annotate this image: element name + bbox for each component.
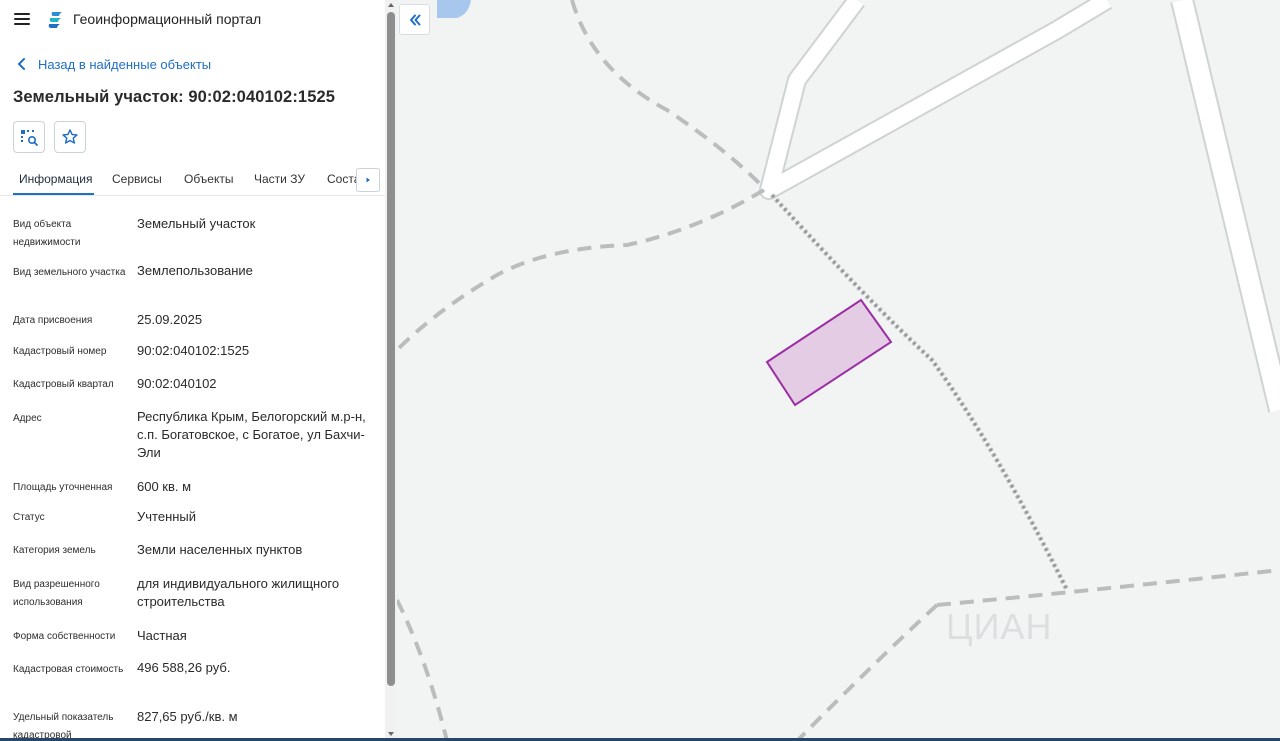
zoom-to-object-button[interactable] [13,121,45,153]
active-tab-indicator [13,193,94,195]
tab-bar: Информация Сервисы Объекты Части ЗУ Сост… [0,164,385,196]
attr-label: Кадастровый квартал [13,379,114,390]
attr-value: Земли населенных пунктов [137,542,303,557]
attr-label: Вид земельного участка [13,267,126,278]
attr-label: Адрес [13,413,42,424]
path-top-left [570,0,766,190]
caret-right-icon [366,177,370,183]
portal-logo-icon [48,12,62,28]
attr-label: Кадастровый номер [13,346,107,357]
attr-label: Дата присвоения [13,315,93,326]
star-outline-icon [62,129,78,144]
attr-label: Форма собственности [13,631,116,642]
info-panel: Геоинформационный портал Назад в найденн… [0,0,397,741]
road-main-right-fill [1172,0,1280,413]
attr-value: Землепользование [137,263,253,278]
path-south-dotted-dark [771,194,1068,591]
panel-scrollbar[interactable] [385,0,397,741]
app-root: Геоинформационный портал Назад в найденн… [0,0,1280,741]
attr-value: Частная [137,628,187,643]
path-southeast [795,603,939,741]
attr-label: Вид объекта недвижимости [13,219,81,248]
attr-value: 90:02:040102 [137,376,217,391]
hamburger-menu-icon[interactable] [14,13,30,25]
attr-label: Категория земель [13,545,96,556]
path-west [397,188,766,352]
road-fork-fill [761,0,1112,198]
attr-value: 25.09.2025 [137,312,203,327]
chevron-left-icon [18,58,25,70]
tab-parcel-parts[interactable]: Части ЗУ [254,172,305,186]
water-area [437,0,471,18]
zoom-to-object-icon [21,130,38,146]
land-parcel-polygon [765,298,893,407]
tab-objects[interactable]: Объекты [184,172,234,186]
object-title: Земельный участок: 90:02:040102:1525 [13,88,336,106]
attr-value: 827,65 руб./кв. м [137,709,238,724]
scroll-down-arrow-icon[interactable] [388,732,394,736]
path-southwest [397,599,449,741]
map-canvas[interactable] [397,0,1280,741]
map-view[interactable] [397,0,1280,741]
attr-value: 496 588,26 руб. [137,660,231,675]
add-to-favorites-button[interactable] [54,121,86,153]
attr-label: Удельный показатель кадастровой [13,712,114,741]
attr-value: Учтенный [137,509,197,524]
attr-label: Кадастровая стоимость [13,664,124,675]
scrollbar-thumb[interactable] [387,12,395,686]
tabs-scroll-right-button[interactable] [356,168,380,192]
attr-value: для индивидуального жилищного строительс… [137,576,340,609]
attr-label: Площадь уточненная [13,482,113,493]
attr-value: 90:02:040102:1525 [137,343,250,358]
tab-services[interactable]: Сервисы [112,172,162,186]
path-east [936,568,1280,607]
attr-label: Вид разрешенного использования [13,579,100,608]
collapse-panel-button[interactable] [399,4,430,35]
attr-value: Республика Крым, Белогорский м.р-н, с.п.… [137,409,366,460]
top-bar: Геоинформационный портал [0,0,385,40]
back-link-label: Назад в найденные объекты [38,56,212,72]
attr-value: 600 кв. м [137,479,192,494]
path-south-dotted [770,193,1070,592]
attr-label: Статус [13,512,45,523]
double-chevron-left-icon [409,14,420,25]
back-to-results-link[interactable]: Назад в найденные объекты [14,55,211,73]
map-watermark: ЦИАН [946,606,1053,647]
portal-title: Геоинформационный портал [73,11,262,27]
tab-information[interactable]: Информация [19,172,92,186]
attr-value: Земельный участок [137,216,256,231]
scroll-up-arrow-icon[interactable] [388,3,394,7]
